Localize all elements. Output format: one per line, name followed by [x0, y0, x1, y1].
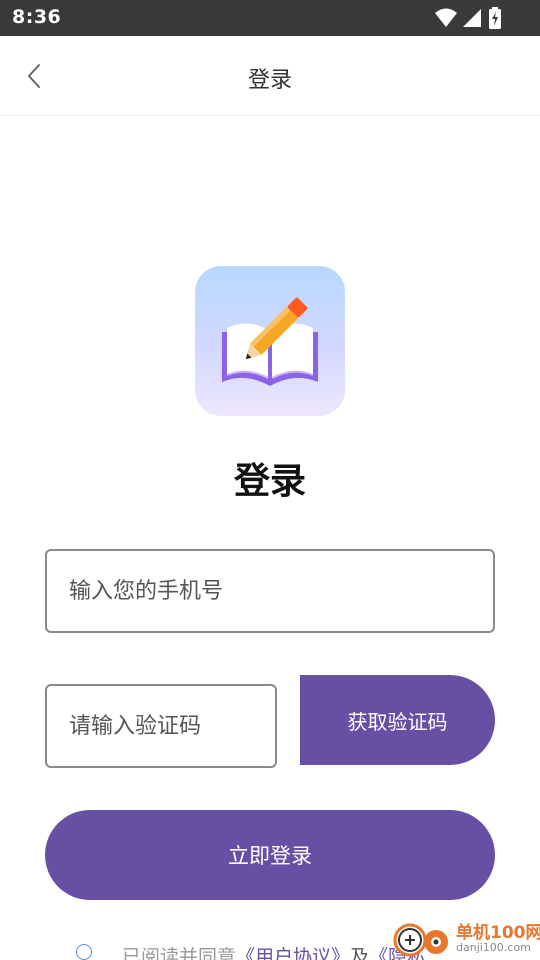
- watermark-logo: [393, 923, 448, 957]
- agreement-text: 已阅读并同意《用户协议》及《隐私: [122, 942, 426, 960]
- agreement-prefix: 已阅读并同意: [122, 946, 237, 960]
- get-code-button[interactable]: 获取验证码: [300, 675, 495, 765]
- book-pencil-logo: [222, 297, 318, 386]
- app-logo: [195, 266, 345, 416]
- status-time: 8:36: [12, 6, 62, 28]
- watermark: 单机100网 danji100.com: [388, 916, 540, 960]
- nav-title: 登录: [247, 68, 292, 93]
- battery-charging-icon: [489, 7, 501, 29]
- agree-radio[interactable]: [76, 944, 92, 960]
- login-button[interactable]: 立即登录: [45, 810, 495, 900]
- verification-code-input[interactable]: [69, 686, 253, 766]
- user-agreement-link[interactable]: 《用户协议》: [236, 946, 350, 960]
- agreement-conjunction: 及: [350, 946, 370, 960]
- watermark-url: danji100.com: [456, 941, 531, 954]
- page-heading: 登录: [233, 461, 306, 502]
- code-field: [45, 684, 277, 768]
- status-icons: [434, 7, 504, 29]
- nav-bar: 登录: [0, 36, 540, 116]
- status-bar: 8:36: [0, 0, 540, 36]
- phone-field: [45, 549, 495, 633]
- wifi-icon: [435, 8, 457, 27]
- phone-input[interactable]: [69, 551, 471, 631]
- signal-icon: [463, 9, 481, 27]
- watermark-title: 单机100网: [456, 923, 540, 943]
